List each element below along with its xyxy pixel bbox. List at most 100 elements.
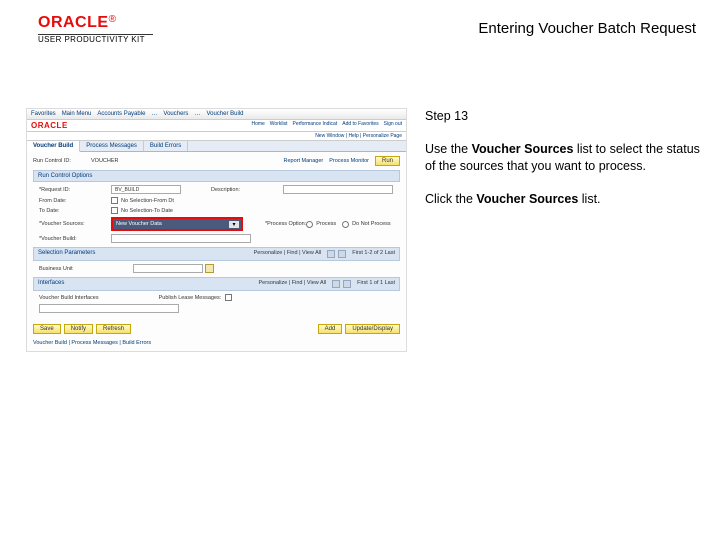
- grid1-title: Selection Parameters: [38, 250, 95, 258]
- grid2-nav-icons: [332, 280, 351, 288]
- link-fav[interactable]: Add to Favorites: [342, 121, 378, 130]
- lookup-icon[interactable]: [205, 264, 214, 273]
- voucher-sources-row: *Voucher Sources: New Voucher Data ▾ *Pr…: [39, 217, 400, 231]
- run-control-label: Run Control ID:: [33, 158, 91, 164]
- notify-button[interactable]: Notify: [64, 324, 93, 334]
- grid-icon[interactable]: [338, 250, 346, 258]
- section-run-control-options: Run Control Options: [33, 170, 400, 182]
- update-display-button[interactable]: Update/Display: [345, 324, 400, 334]
- process-option-label: *Process Option:: [265, 221, 306, 227]
- instruction-para-2: Click the Voucher Sources list.: [425, 191, 702, 208]
- voucher-build-row: *Voucher Build:: [39, 234, 400, 243]
- do-not-process-radio-label: Do Not Process: [352, 221, 391, 227]
- grid2-title: Interfaces: [38, 280, 64, 288]
- crumb: Favorites: [31, 111, 56, 117]
- page-title: Entering Voucher Batch Request: [478, 14, 702, 37]
- voucher-sources-highlight: New Voucher Data ▾: [111, 217, 243, 231]
- screenshot-pane: Favorites Main Menu Accounts Payable … V…: [26, 108, 421, 352]
- app-screenshot: Favorites Main Menu Accounts Payable … V…: [26, 108, 407, 352]
- to-date-row: To Date: No Selection-To Date: [39, 207, 400, 214]
- crumb: Main Menu: [62, 111, 92, 117]
- bold-term: Voucher Sources: [476, 192, 578, 206]
- oracle-logo: ORACLE® USER PRODUCTIVITY KIT: [38, 14, 153, 44]
- form-body: Run Control ID: VOUCHER Report Manager P…: [27, 152, 406, 320]
- interfaces-row: Voucher Build Interfaces Publish Lease M…: [33, 294, 400, 301]
- link-worklist[interactable]: Worklist: [270, 121, 288, 130]
- crumb: …: [194, 111, 200, 117]
- grid2-nav[interactable]: First 1 of 1 Last: [357, 280, 395, 288]
- run-control-value: VOUCHER: [91, 158, 119, 164]
- description-label: Description:: [211, 187, 283, 193]
- do-not-process-radio[interactable]: [342, 221, 349, 228]
- crumb: Vouchers: [163, 111, 188, 117]
- link-home[interactable]: Home: [251, 121, 264, 130]
- to-date-option: No Selection-To Date: [121, 208, 173, 214]
- refresh-button[interactable]: Refresh: [96, 324, 131, 334]
- interfaces-field[interactable]: [39, 304, 179, 313]
- grid-icon[interactable]: [332, 280, 340, 288]
- request-id-label: *Request ID:: [39, 187, 111, 193]
- process-radio[interactable]: [306, 221, 313, 228]
- request-id-value: BV_BUILD: [115, 187, 139, 193]
- to-date-label: To Date:: [39, 208, 111, 214]
- report-manager-link[interactable]: Report Manager: [283, 158, 323, 164]
- voucher-build-label: *Voucher Build:: [39, 236, 111, 242]
- grid-icon[interactable]: [327, 250, 335, 258]
- crumb: Accounts Payable: [97, 111, 145, 117]
- add-button[interactable]: Add: [318, 324, 343, 334]
- request-id-row: *Request ID: BV_BUILD Description:: [39, 185, 400, 194]
- text: list.: [578, 192, 600, 206]
- from-date-label: From Date:: [39, 198, 111, 204]
- process-radio-label: Process: [316, 221, 336, 227]
- oracle-mini-logo: ORACLE: [31, 121, 68, 130]
- grid2-meta[interactable]: Personalize | Find | View All: [259, 280, 327, 288]
- instruction-pane: Step 13 Use the Voucher Sources list to …: [421, 108, 702, 352]
- grid-icon[interactable]: [343, 280, 351, 288]
- interfaces-field-row: [33, 304, 400, 313]
- logo-dot: ®: [109, 14, 116, 25]
- link-signout[interactable]: Sign out: [384, 121, 402, 130]
- link-perf[interactable]: Performance Indicat: [292, 121, 337, 130]
- slide-header: ORACLE® USER PRODUCTIVITY KIT Entering V…: [0, 0, 720, 50]
- description-field[interactable]: [283, 185, 393, 194]
- business-unit-row: Business Unit: [33, 264, 400, 273]
- breadcrumb: Favorites Main Menu Accounts Payable … V…: [27, 109, 406, 120]
- tab-voucher-build[interactable]: Voucher Build: [27, 141, 80, 152]
- from-date-row: From Date: No Selection-From Dt: [39, 197, 400, 204]
- crumb: …: [151, 111, 157, 117]
- oracle-links: Home Worklist Performance Indicat Add to…: [251, 121, 402, 130]
- options-form: *Request ID: BV_BUILD Description: From …: [33, 185, 400, 243]
- from-date-check[interactable]: [111, 197, 118, 204]
- content-area: Favorites Main Menu Accounts Payable … V…: [0, 108, 720, 352]
- grid1-nav[interactable]: First 1-2 of 2 Last: [352, 250, 395, 258]
- from-date-option: No Selection-From Dt: [121, 198, 174, 204]
- publish-lease-check[interactable]: [225, 294, 232, 301]
- business-unit-field[interactable]: [133, 264, 203, 273]
- grid1-nav-icons: [327, 250, 346, 258]
- save-button[interactable]: Save: [33, 324, 61, 334]
- process-monitor-link[interactable]: Process Monitor: [329, 158, 369, 164]
- grid1-meta[interactable]: Personalize | Find | View All: [254, 250, 322, 258]
- crumb: Voucher Build: [206, 111, 243, 117]
- voucher-sources-label: *Voucher Sources:: [39, 221, 111, 227]
- oracle-logo-text: ORACLE: [38, 14, 109, 31]
- to-date-check[interactable]: [111, 207, 118, 214]
- voucher-sources-value: New Voucher Data: [116, 221, 162, 227]
- footer-tab-links[interactable]: Voucher Build | Process Messages | Build…: [27, 338, 406, 351]
- tab-process-messages[interactable]: Process Messages: [80, 141, 144, 151]
- step-label: Step 13: [425, 108, 702, 125]
- text: Click the: [425, 192, 476, 206]
- text: Use the: [425, 142, 472, 156]
- voucher-sources-list[interactable]: New Voucher Data ▾: [113, 219, 241, 229]
- publish-lease-label: Publish Lease Messages:: [159, 295, 222, 301]
- instruction-para-1: Use the Voucher Sources list to select t…: [425, 141, 702, 175]
- tab-build-errors[interactable]: Build Errors: [144, 141, 188, 151]
- run-button[interactable]: Run: [375, 156, 400, 166]
- window-links[interactable]: New Window | Help | Personalize Page: [27, 132, 406, 141]
- voucher-build-field[interactable]: [111, 234, 251, 243]
- chevron-down-icon[interactable]: ▾: [229, 221, 239, 228]
- oracle-logo-subtitle: USER PRODUCTIVITY KIT: [38, 34, 153, 45]
- section-interfaces: Interfaces Personalize | Find | View All…: [33, 277, 400, 291]
- bold-term: Voucher Sources: [472, 142, 574, 156]
- tab-strip: Voucher Build Process Messages Build Err…: [27, 141, 406, 152]
